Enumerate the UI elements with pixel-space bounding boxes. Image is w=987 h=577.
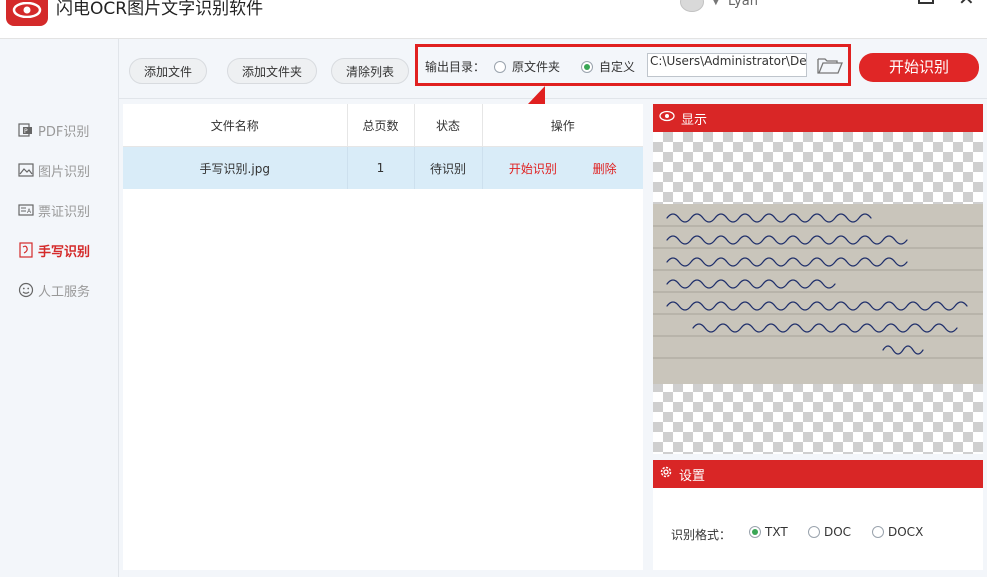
table-header-row: 文件名称 总页数 状态 操作 [123,104,643,147]
column-header-status: 状态 [414,104,483,147]
radio-unchecked-icon[interactable] [808,526,820,538]
column-header-pages: 总页数 [347,104,415,147]
preview-header: 显示 [653,104,983,132]
table-row[interactable]: 手写识别.jpg 1 待识别 开始识别 删除 [123,146,643,189]
format-label: 识别格式： [671,528,732,542]
settings-panel: 设置 识别格式： TXT DOC DOCX [653,460,983,570]
format-option-doc[interactable]: DOC [808,525,851,539]
format-option-label: DOCX [888,525,924,539]
file-table: 文件名称 总页数 状态 操作 手写识别.jpg 1 待识别 开始识别 删除 [123,104,643,189]
format-option-docx[interactable]: DOCX [872,525,923,539]
page-count-cell: 1 [347,146,415,189]
actions-cell: 开始识别 删除 [482,146,643,189]
handwriting-image [653,204,983,384]
settings-header: 设置 [653,460,983,488]
preview-title: 显示 [681,112,708,128]
status-cell: 待识别 [414,146,483,189]
file-name-cell: 手写识别.jpg [123,146,348,189]
column-header-filename: 文件名称 [123,104,348,147]
radio-checked-icon[interactable] [749,526,761,538]
eye-icon [659,110,675,126]
format-option-txt[interactable]: TXT [749,525,788,539]
column-header-actions: 操作 [482,104,643,147]
format-option-label: DOC [824,525,852,539]
start-row-link[interactable]: 开始识别 [509,162,557,176]
gear-icon [659,465,673,483]
settings-title: 设置 [679,468,706,484]
delete-row-link[interactable]: 删除 [593,162,617,176]
radio-unchecked-icon[interactable] [872,526,884,538]
preview-canvas [653,132,983,454]
preview-panel: 显示 [653,104,983,454]
format-option-label: TXT [765,525,788,539]
file-table-panel: 文件名称 总页数 状态 操作 手写识别.jpg 1 待识别 开始识别 删除 [123,104,643,570]
